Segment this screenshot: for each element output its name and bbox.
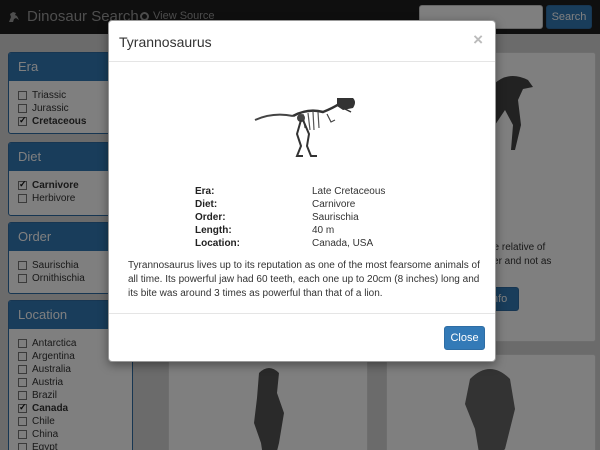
dinosaur-modal: Tyrannosaurus × Era: Late Cretaceous Diet:… — [108, 20, 496, 362]
attribute-row: Order: Saurischia — [195, 212, 435, 225]
close-button[interactable]: Close — [444, 326, 485, 350]
dinosaur-description: Tyrannosaurus lives up to its reputation… — [128, 260, 480, 299]
attribute-list: Era: Late Cretaceous Diet: Carnivore Order: S… — [195, 186, 435, 251]
attribute-value: Canada, USA — [312, 238, 374, 249]
attribute-row: Length: 40 m — [195, 225, 435, 238]
attribute-value: Saurischia — [312, 212, 359, 223]
attribute-key: Era: — [195, 186, 215, 197]
attribute-key: Diet: — [195, 199, 218, 210]
attribute-key: Length: — [195, 225, 232, 236]
attribute-row: Location: Canada, USA — [195, 238, 435, 251]
attribute-value: 40 m — [312, 225, 335, 236]
modal-title: Tyrannosaurus — [119, 34, 212, 50]
modal-header: Tyrannosaurus × — [109, 21, 495, 62]
attribute-key: Order: — [195, 212, 226, 223]
close-icon[interactable]: × — [473, 30, 483, 50]
attribute-key: Location: — [195, 238, 240, 249]
attribute-value: Late Cretaceous — [312, 186, 386, 197]
modal-footer: Close — [109, 313, 495, 363]
attribute-row: Era: Late Cretaceous — [195, 186, 435, 199]
attribute-value: Carnivore — [312, 199, 356, 210]
skeleton-image — [254, 98, 355, 157]
attribute-row: Diet: Carnivore — [195, 199, 435, 212]
